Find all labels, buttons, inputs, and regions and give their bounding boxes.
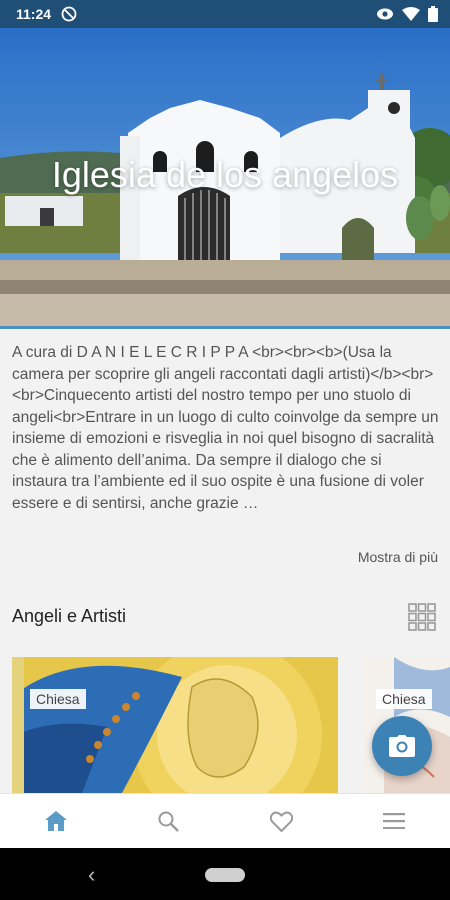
battery-icon [428, 6, 438, 22]
menu-icon [382, 813, 405, 829]
grid-view-icon[interactable] [408, 603, 436, 631]
nav-favorites[interactable] [251, 801, 311, 841]
nav-menu[interactable] [364, 801, 424, 841]
system-navigation-bar: ‹ [0, 848, 450, 900]
camera-icon [389, 735, 415, 757]
do-not-disturb-icon [61, 6, 77, 22]
home-pill[interactable] [205, 868, 245, 882]
nav-search[interactable] [139, 801, 199, 841]
heart-icon [269, 811, 293, 832]
home-icon [45, 811, 68, 831]
status-bar: 11:24 [0, 0, 450, 28]
card-badge: Chiesa [376, 689, 432, 709]
description-text: A cura di D A N I E L E C R I P P A <br>… [12, 344, 439, 512]
nav-home[interactable] [26, 801, 86, 841]
eye-icon [377, 8, 393, 20]
section-title: Angeli e Artisti [12, 606, 127, 626]
hero-divider [0, 326, 450, 329]
artwork-card[interactable]: Chiesa [12, 657, 338, 793]
page-title: Iglesia de los angelos [51, 154, 399, 195]
camera-button[interactable] [372, 716, 432, 776]
search-icon [158, 811, 180, 832]
bottom-navigation [0, 793, 450, 848]
card-badge: Chiesa [30, 689, 86, 709]
show-more-link[interactable]: Mostra di più [358, 549, 438, 565]
status-time: 11:24 [16, 6, 52, 22]
back-icon[interactable]: ‹ [88, 862, 95, 888]
wifi-icon [402, 7, 420, 21]
hero-image: Iglesia de los angelos [0, 28, 450, 326]
